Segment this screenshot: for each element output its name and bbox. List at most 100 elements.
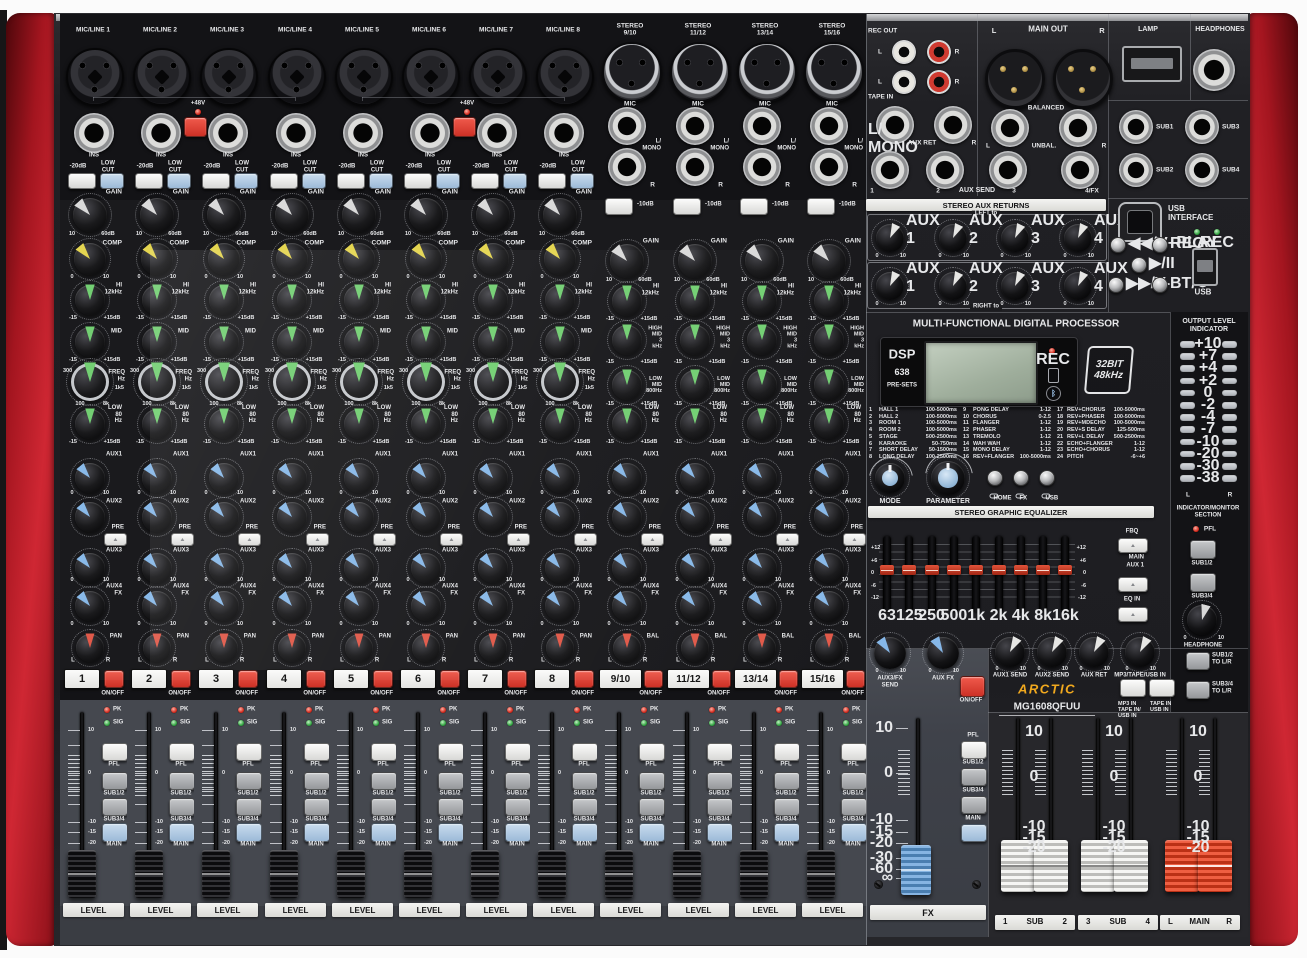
- aux3-knob[interactable]: [75, 553, 105, 583]
- sub12-button[interactable]: [236, 772, 262, 790]
- gain-knob[interactable]: [275, 198, 309, 232]
- eq-low-knob[interactable]: [411, 409, 441, 439]
- aux4-fx-knob[interactable]: [344, 591, 374, 621]
- fx-fader-cap[interactable]: [901, 845, 931, 895]
- aux3-knob[interactable]: [277, 553, 307, 583]
- pre-button[interactable]: [507, 533, 530, 546]
- channel-onoff-button[interactable]: [846, 670, 865, 688]
- aux3-knob[interactable]: [680, 553, 710, 583]
- channel-onoff-button[interactable]: [171, 670, 191, 688]
- pad-button[interactable]: [68, 173, 96, 189]
- geq-band-cap[interactable]: [947, 565, 961, 575]
- pre-button[interactable]: [574, 533, 597, 546]
- pre-button[interactable]: [306, 533, 329, 546]
- pad-button[interactable]: [605, 198, 633, 215]
- aux1-knob[interactable]: [747, 463, 777, 493]
- channel-onoff-button[interactable]: [779, 670, 798, 688]
- pad-button[interactable]: [538, 173, 566, 189]
- aux2-knob[interactable]: [75, 502, 105, 532]
- aux3-knob[interactable]: [344, 553, 374, 583]
- aux4-fx-knob[interactable]: [411, 591, 441, 621]
- pfl-button[interactable]: [371, 743, 397, 761]
- pad-button[interactable]: [807, 198, 835, 215]
- eq-low-knob[interactable]: [747, 409, 777, 439]
- aux4-fx-knob[interactable]: [75, 591, 105, 621]
- eq-freq-knob[interactable]: [205, 363, 243, 401]
- fx-sub12-button[interactable]: [961, 768, 987, 786]
- sub34-button[interactable]: [707, 798, 733, 816]
- aux2-knob[interactable]: [612, 502, 642, 532]
- sub12-button[interactable]: [572, 772, 598, 790]
- gain-knob[interactable]: [140, 198, 174, 232]
- fbq-button[interactable]: [1118, 538, 1148, 553]
- sub12-button[interactable]: [102, 772, 128, 790]
- eq-lmid-knob[interactable]: [612, 370, 642, 400]
- fx-pfl-button[interactable]: [961, 741, 987, 759]
- transport-play-button[interactable]: [1131, 257, 1147, 273]
- eq-low-knob[interactable]: [545, 409, 575, 439]
- main-assign-button[interactable]: [505, 823, 531, 842]
- aux2-knob[interactable]: [814, 502, 844, 532]
- eq-mid-knob[interactable]: [545, 327, 575, 357]
- sub34-button[interactable]: [102, 798, 128, 816]
- transport-next-button[interactable]: [1108, 277, 1124, 293]
- aux2-knob[interactable]: [545, 502, 575, 532]
- eq-in-button[interactable]: [1118, 607, 1148, 622]
- lowcut-button[interactable]: [503, 173, 527, 189]
- pad-button[interactable]: [404, 173, 432, 189]
- aux4-fx-knob[interactable]: [545, 591, 575, 621]
- aux2-knob[interactable]: [277, 502, 307, 532]
- monitor-sub34-button[interactable]: [1190, 573, 1216, 592]
- gain-knob[interactable]: [73, 198, 107, 232]
- comp-knob[interactable]: [544, 243, 576, 275]
- eq-hi-knob[interactable]: [814, 286, 844, 316]
- aux3-knob[interactable]: [411, 553, 441, 583]
- eq-hi-knob[interactable]: [747, 286, 777, 316]
- main-assign-button[interactable]: [438, 823, 464, 842]
- aux1-send-knob[interactable]: [995, 637, 1025, 667]
- aux2-knob[interactable]: [344, 502, 374, 532]
- aux4-fx-knob[interactable]: [612, 591, 642, 621]
- pan-knob[interactable]: [210, 634, 238, 662]
- aux2-send-knob[interactable]: [1037, 637, 1067, 667]
- pan-knob[interactable]: [143, 634, 171, 662]
- pad-button[interactable]: [337, 173, 365, 189]
- pan-knob[interactable]: [76, 634, 104, 662]
- pfl-button[interactable]: [304, 743, 330, 761]
- parameter-knob[interactable]: [931, 461, 965, 495]
- eq-freq-knob[interactable]: [138, 363, 176, 401]
- left-aux-return-2-knob[interactable]: [939, 224, 967, 252]
- aux2-knob[interactable]: [411, 502, 441, 532]
- pfl-button[interactable]: [774, 743, 800, 761]
- sub12-button[interactable]: [438, 772, 464, 790]
- aux1-knob[interactable]: [344, 463, 374, 493]
- pfl-button[interactable]: [639, 743, 665, 761]
- sub34-button[interactable]: [304, 798, 330, 816]
- eq-lmid-knob[interactable]: [814, 370, 844, 400]
- comp-knob[interactable]: [410, 243, 442, 275]
- eq-low-knob[interactable]: [142, 409, 172, 439]
- eq-low-knob[interactable]: [277, 409, 307, 439]
- main-assign-button[interactable]: [572, 823, 598, 842]
- sub12-button[interactable]: [505, 772, 531, 790]
- monitor-sub12-button[interactable]: [1190, 540, 1216, 559]
- aux2-knob[interactable]: [478, 502, 508, 532]
- channel-onoff-button[interactable]: [712, 670, 731, 688]
- pre-button[interactable]: [843, 533, 866, 546]
- eq-mid-knob[interactable]: [411, 327, 441, 357]
- aux1-knob[interactable]: [277, 463, 307, 493]
- pad-button[interactable]: [270, 173, 298, 189]
- geq-band-cap[interactable]: [1058, 565, 1072, 575]
- eq-hi-knob[interactable]: [612, 286, 642, 316]
- pre-button[interactable]: [776, 533, 799, 546]
- tape-usb-switch[interactable]: [1149, 679, 1175, 697]
- channel-onoff-button[interactable]: [104, 670, 124, 688]
- eq-hi-knob[interactable]: [411, 285, 441, 315]
- gain-knob[interactable]: [409, 198, 443, 232]
- aux4-fx-knob[interactable]: [142, 591, 172, 621]
- eq-mid-knob[interactable]: [209, 327, 239, 357]
- eq-lmid-knob[interactable]: [747, 370, 777, 400]
- aux1-knob[interactable]: [680, 463, 710, 493]
- channel-onoff-button[interactable]: [238, 670, 258, 688]
- gain-knob[interactable]: [610, 244, 644, 278]
